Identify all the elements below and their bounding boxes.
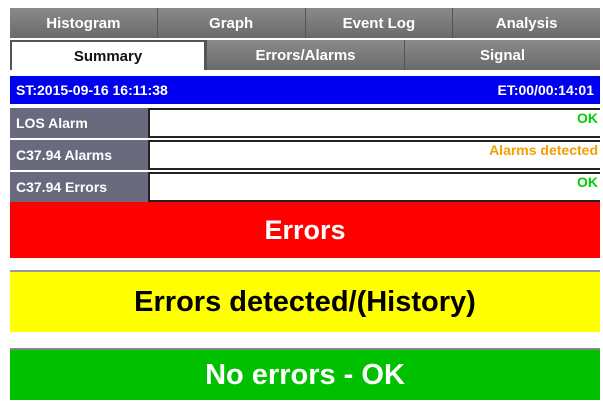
ok-banner-text: No errors - OK <box>205 358 405 391</box>
history-banner: Errors detected/(History) <box>10 270 600 332</box>
tab-histogram[interactable]: Histogram <box>10 8 158 38</box>
tab-analysis[interactable]: Analysis <box>453 8 600 38</box>
start-time: ST:2015-09-16 16:11:38 <box>16 82 168 98</box>
tab-graph[interactable]: Graph <box>157 8 306 38</box>
row-label: C37.94 Errors <box>10 172 148 202</box>
errors-banner-text: Errors <box>264 214 346 245</box>
tab-signal[interactable]: Signal <box>404 40 600 70</box>
row-los-alarm: LOS Alarm OK <box>10 108 600 138</box>
tab-errors-alarms[interactable]: Errors/Alarms <box>206 40 404 70</box>
row-value: OK <box>148 172 600 202</box>
tab-summary[interactable]: Summary <box>10 40 206 70</box>
tab-event-log[interactable]: Event Log <box>305 8 454 38</box>
row-c37-alarms: C37.94 Alarms Alarms detected <box>10 140 600 170</box>
ok-banner: No errors - OK <box>10 348 600 400</box>
history-banner-text: Errors detected/(History) <box>134 285 476 318</box>
row-label: C37.94 Alarms <box>10 140 148 170</box>
row-c37-errors: C37.94 Errors OK <box>10 172 600 202</box>
row-value: OK <box>148 108 600 138</box>
row-label: LOS Alarm <box>10 108 148 138</box>
elapsed-time: ET:00/00:14:01 <box>497 82 594 98</box>
sub-tab-bar: Summary Errors/Alarms Signal <box>10 40 600 70</box>
errors-banner: Errors <box>10 202 600 258</box>
status-bar: ST:2015-09-16 16:11:38 ET:00/00:14:01 <box>10 76 600 104</box>
top-tab-bar: Histogram Graph Event Log Analysis <box>10 8 600 38</box>
row-value: Alarms detected <box>148 140 600 170</box>
